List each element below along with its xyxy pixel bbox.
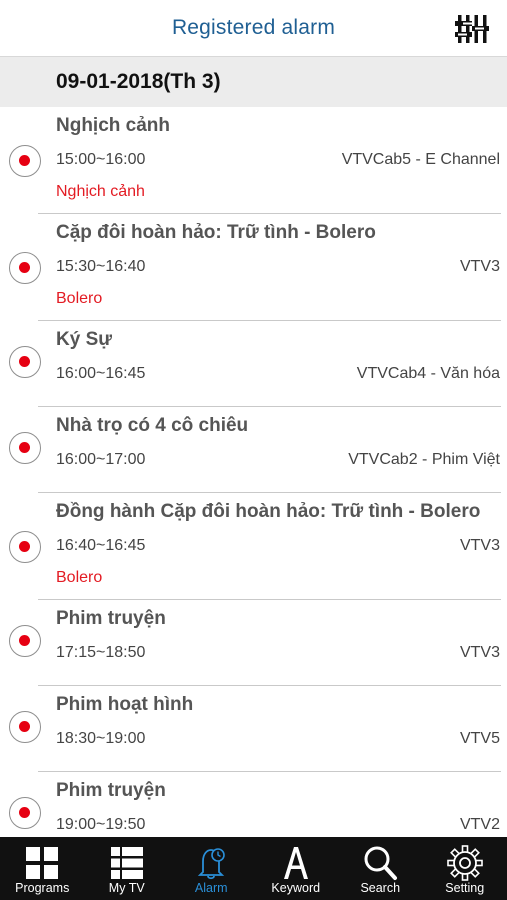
program-title: Phim truyện: [56, 780, 166, 801]
channel-name: VTVCab2 - Phim Việt: [348, 451, 500, 468]
list-grid-icon: [108, 845, 146, 881]
channel-name: VTV3: [459, 258, 500, 275]
matched-keyword: Nghịch cảnh: [56, 183, 145, 200]
channel-name: VTVCab4 - Văn hóa: [356, 365, 500, 382]
program-title: Ký Sự: [56, 329, 112, 350]
tab-label: Setting: [445, 881, 485, 895]
alarm-row[interactable]: Phim truyện 17:15~18:50 VTV3: [0, 600, 507, 686]
alarm-row[interactable]: Phim hoạt hình 18:30~19:00 VTV5: [0, 686, 507, 772]
tab-keyword[interactable]: Keyword: [254, 837, 339, 900]
program-title: Phim truyện: [56, 608, 166, 629]
record-toggle-icon[interactable]: [9, 432, 41, 464]
date-section-header: 09-01-2018(Th 3): [0, 57, 507, 107]
record-dot: [19, 541, 30, 552]
program-time: 15:00~16:00: [56, 151, 146, 168]
record-dot: [19, 807, 30, 818]
channel-name: VTV3: [459, 537, 500, 554]
sliders-icon[interactable]: [455, 13, 489, 45]
tab-label: Keyword: [271, 881, 321, 895]
tab-alarm[interactable]: Alarm: [169, 837, 254, 900]
tab-label: Programs: [15, 881, 70, 895]
alarm-row[interactable]: Đồng hành Cặp đôi hoàn hảo: Trữ tình - B…: [0, 493, 507, 600]
program-title: Phim hoạt hình: [56, 694, 194, 715]
date-label: 09-01-2018(Th 3): [56, 70, 221, 93]
record-dot: [19, 442, 30, 453]
record-toggle-icon[interactable]: [9, 252, 41, 284]
tab-setting[interactable]: Setting: [423, 837, 507, 900]
program-time: 19:00~19:50: [56, 816, 146, 833]
tab-label: Search: [360, 881, 401, 895]
record-toggle-icon[interactable]: [9, 797, 41, 829]
tab-my-tv[interactable]: My TV: [85, 837, 170, 900]
alarm-row[interactable]: Nghịch cảnh 15:00~16:00 VTVCab5 - E Channe…: [0, 107, 507, 214]
program-time: 15:30~16:40: [56, 258, 146, 275]
channel-name: VTV5: [459, 730, 500, 747]
nav-header: Registered alarm: [0, 0, 507, 57]
program-time: 17:15~18:50: [56, 644, 146, 661]
tab-label: My TV: [108, 881, 145, 895]
letter-a-icon: [277, 845, 315, 881]
channel-name: VTV3: [459, 644, 500, 661]
program-time: 18:30~19:00: [56, 730, 146, 747]
alarm-row[interactable]: Ký Sự 16:00~16:45 VTVCab4 - Văn hóa: [0, 321, 507, 407]
alarm-list[interactable]: Nghịch cảnh 15:00~16:00 VTVCab5 - E Channe…: [0, 107, 507, 837]
tab-label: Alarm: [194, 881, 228, 895]
program-title: Nhà trọ có 4 cô chiêu: [56, 415, 249, 436]
record-dot: [19, 356, 30, 367]
record-toggle-icon[interactable]: [9, 346, 41, 378]
grid-icon: [23, 845, 61, 881]
program-time: 16:40~16:45: [56, 537, 146, 554]
program-time: 16:00~17:00: [56, 451, 146, 468]
tab-bar: Programs My TV Alarm Keyword Search Sett…: [0, 837, 507, 900]
tab-programs[interactable]: Programs: [0, 837, 85, 900]
program-time: 16:00~16:45: [56, 365, 146, 382]
record-dot: [19, 721, 30, 732]
program-title: Cặp đôi hoàn hảo: Trữ tình - Bolero: [56, 222, 376, 243]
record-dot: [19, 155, 30, 166]
record-dot: [19, 635, 30, 646]
record-toggle-icon[interactable]: [9, 625, 41, 657]
alarm-row[interactable]: Phim truyện 19:00~19:50 VTV2: [0, 772, 507, 837]
channel-name: VTV2: [459, 816, 500, 833]
bell-clock-icon: [192, 845, 230, 881]
tab-search[interactable]: Search: [338, 837, 423, 900]
record-toggle-icon[interactable]: [9, 145, 41, 177]
channel-name: VTVCab5 - E Channel: [341, 151, 500, 168]
record-toggle-icon[interactable]: [9, 711, 41, 743]
record-dot: [19, 262, 30, 273]
alarm-row[interactable]: Nhà trọ có 4 cô chiêu 16:00~17:00 VTVCab2 …: [0, 407, 507, 493]
matched-keyword: Bolero: [56, 290, 103, 307]
matched-keyword: Bolero: [56, 569, 103, 586]
alarm-row[interactable]: Cặp đôi hoàn hảo: Trữ tình - Bolero 15:30…: [0, 214, 507, 321]
search-icon: [361, 845, 399, 881]
record-toggle-icon[interactable]: [9, 531, 41, 563]
page-title: Registered alarm: [171, 16, 336, 39]
program-title: Nghịch cảnh: [56, 115, 171, 136]
program-title: Đồng hành Cặp đôi hoàn hảo: Trữ tình - B…: [56, 501, 481, 522]
gear-icon: [446, 845, 484, 881]
